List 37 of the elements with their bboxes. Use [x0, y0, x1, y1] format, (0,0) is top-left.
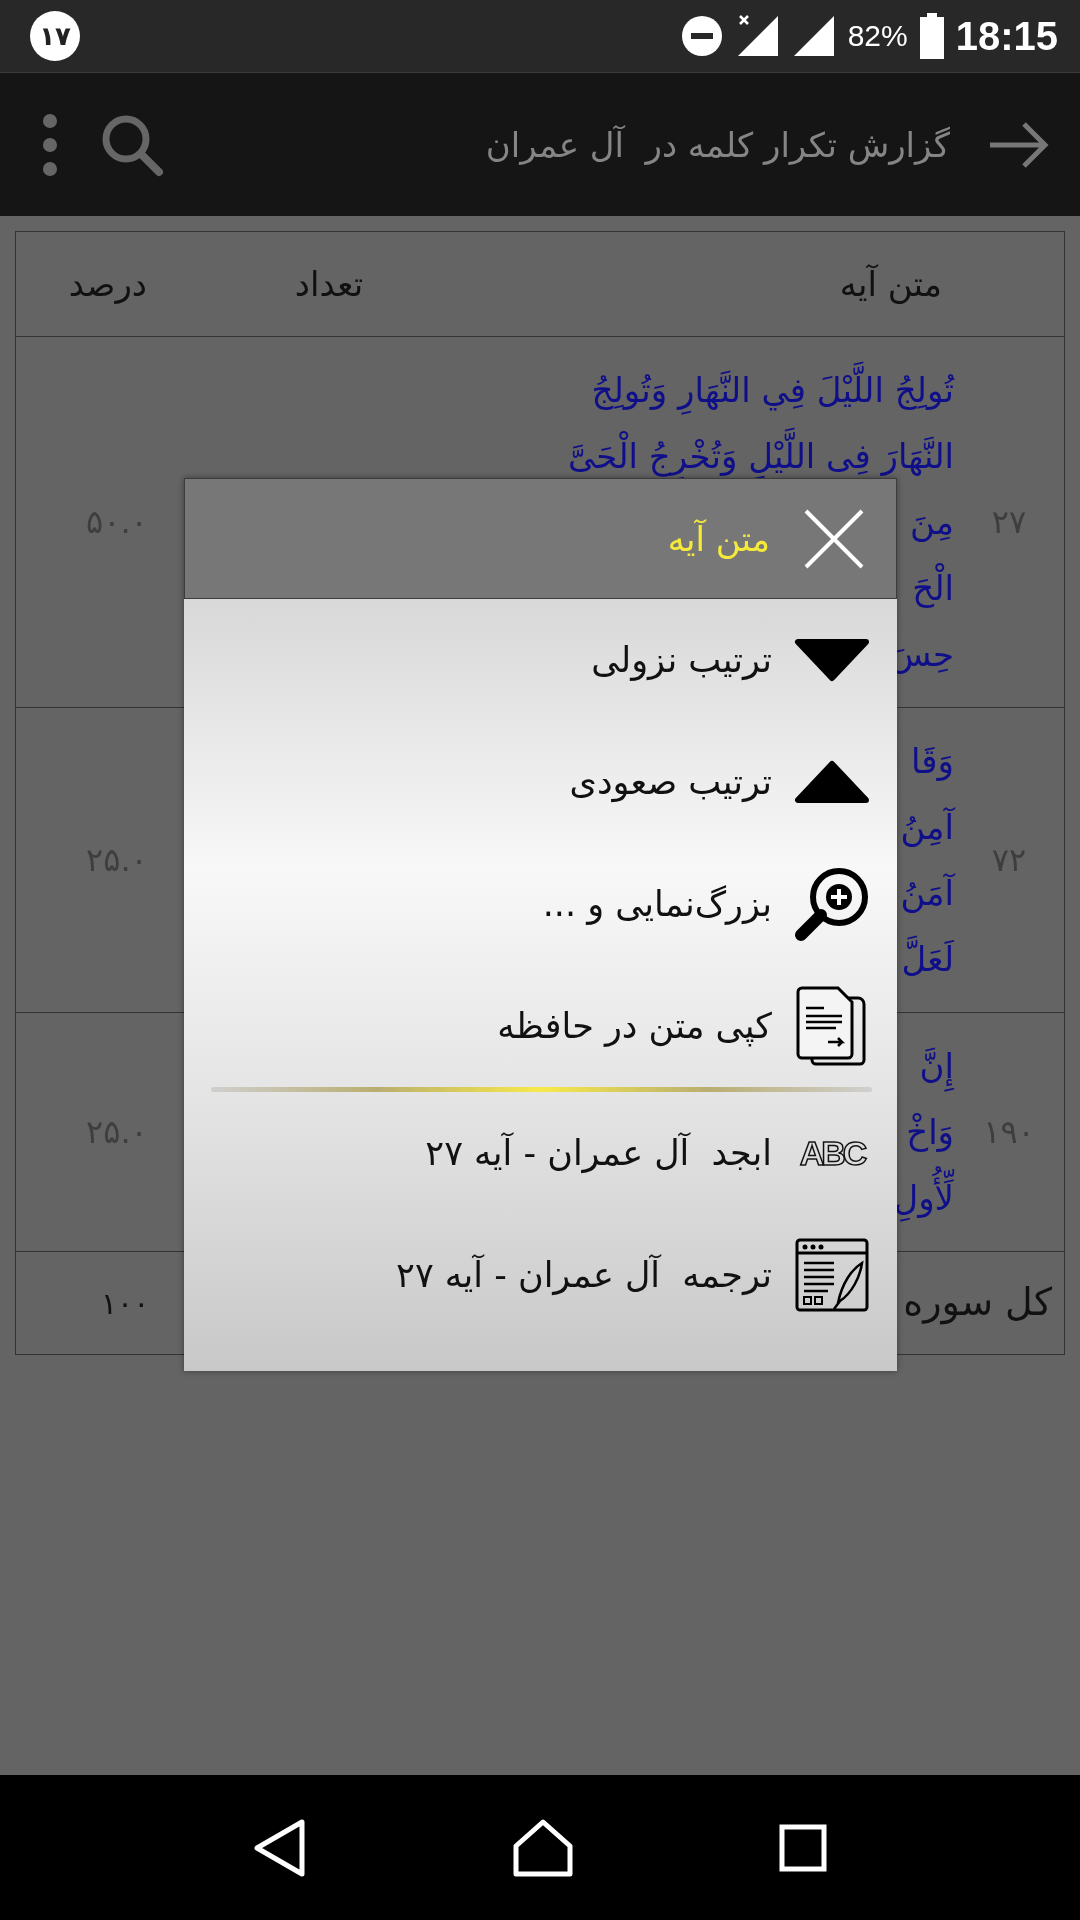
app-bar-title: گزارش تکرار کلمه در آل عمران [484, 124, 950, 165]
total-percent: ۱۰۰ [100, 1285, 150, 1321]
total-label: کل سوره [903, 1279, 1053, 1327]
zoom-in-icon [793, 865, 871, 943]
verse-text: آمَنُ [900, 872, 954, 915]
do-not-disturb-icon [679, 14, 724, 58]
column-header: درصد [67, 264, 148, 304]
document-quill-icon [794, 1237, 870, 1313]
menu-item[interactable]: ترجمه آل عمران - آیه ۲۷ [206, 1214, 877, 1336]
verse-text: لَعَلَّ [901, 926, 954, 992]
verse-text: وَقَا [910, 740, 954, 783]
verse-text: إِنَّ [919, 1033, 954, 1099]
battery-icon [919, 13, 944, 59]
verse-text: تُولِجُ اللَّيْلَ فِي النَّهَارِ وَتُولِجُ [591, 357, 954, 423]
triangle-up-icon [794, 760, 870, 804]
back-nav-button[interactable] [252, 1817, 308, 1878]
menu-item[interactable]: بزرگ‌نمایی و ... [206, 843, 877, 965]
verse-text: مِنَ [909, 501, 954, 544]
battery-percentage: 82% [847, 19, 908, 53]
verse-text: النَّهَارَ فِى اللَّيْلِ وَتُخْرِجُ الْحَىَّ [567, 423, 954, 489]
verse-text: الْحَ [912, 555, 954, 621]
notification-badge: ۱۷ [30, 11, 80, 61]
abc-label: ABC [798, 1133, 867, 1173]
column-header: تعداد [294, 264, 364, 304]
menu-item[interactable]: ترتیب نزولی [206, 599, 877, 721]
triangle-down-icon [794, 638, 870, 682]
verse-text: لِّأُولِ [893, 1165, 954, 1231]
recents-nav-button[interactable] [778, 1822, 828, 1873]
verse-text: وَاخْ [906, 1111, 954, 1154]
column-header: متن آیه [838, 264, 943, 304]
verse-text: آمِنُ [900, 806, 954, 849]
more-options-button[interactable] [40, 112, 60, 177]
menu-item[interactable]: ترتیب صعودی [206, 721, 877, 843]
menu-item[interactable]: کپی متن در حافظه [206, 965, 877, 1087]
dialog-title: متن آیه [667, 518, 770, 559]
home-nav-button[interactable] [512, 1817, 574, 1878]
clock: 18:15 [955, 13, 1058, 59]
